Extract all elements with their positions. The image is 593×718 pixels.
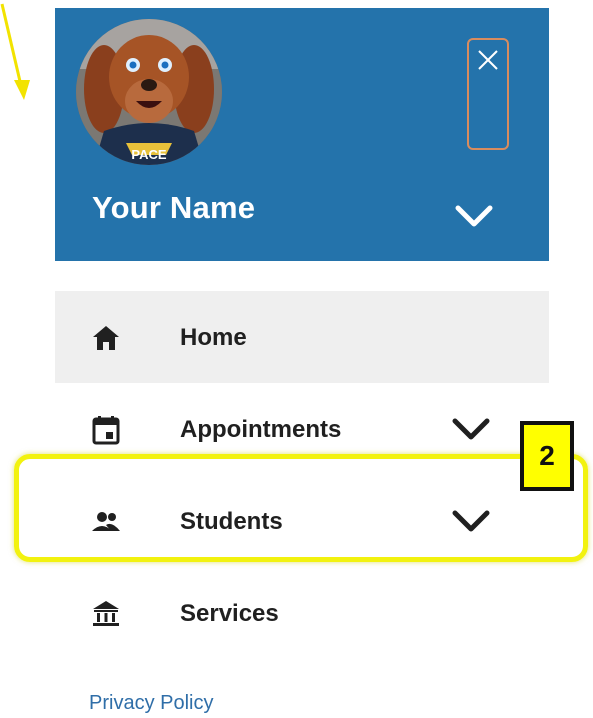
menu-item-label: Home bbox=[180, 324, 247, 351]
avatar[interactable]: PACE bbox=[76, 19, 222, 165]
calendar-icon bbox=[92, 416, 120, 445]
menu-item-label: Services bbox=[180, 600, 279, 627]
chevron-down-icon[interactable] bbox=[454, 202, 494, 232]
home-icon bbox=[93, 326, 119, 350]
annotation-highlight bbox=[14, 454, 588, 562]
menu-item-home[interactable]: Home bbox=[55, 291, 549, 383]
mascot-avatar-icon: PACE bbox=[76, 19, 222, 165]
step-badge: 2 bbox=[520, 421, 574, 491]
privacy-policy-link[interactable]: Privacy Policy bbox=[89, 692, 213, 715]
svg-text:PACE: PACE bbox=[131, 147, 166, 162]
profile-header: PACE Your Name bbox=[55, 8, 549, 261]
annotation-arrow bbox=[0, 3, 30, 100]
sidebar-screenshot: PACE Your Name Home Appointments Student… bbox=[0, 0, 593, 718]
close-icon bbox=[478, 50, 498, 70]
bank-icon bbox=[93, 601, 119, 626]
user-name: Your Name bbox=[92, 190, 256, 225]
step-badge-number: 2 bbox=[539, 440, 555, 471]
menu-item-label: Appointments bbox=[180, 416, 342, 443]
chevron-down-icon[interactable] bbox=[451, 415, 491, 445]
close-button[interactable] bbox=[467, 38, 509, 150]
menu-item-services[interactable]: Services bbox=[55, 567, 549, 659]
